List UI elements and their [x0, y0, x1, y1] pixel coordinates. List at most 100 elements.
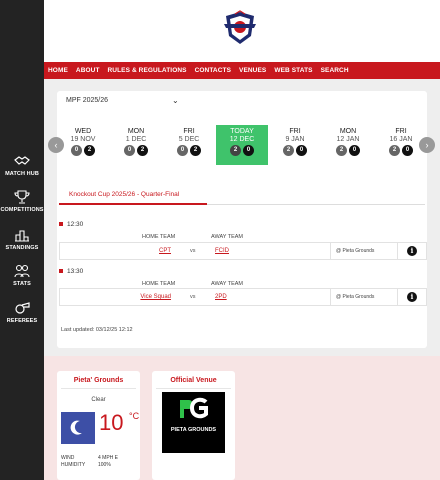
weather-card: Pieta' Grounds Clear 10 °C WIND 4 MPH E …: [57, 371, 140, 480]
sidebar-item-label: MATCH HUB: [5, 171, 39, 177]
date-tab[interactable]: MON 1 DEC 02: [110, 125, 162, 165]
time-marker-icon: [59, 222, 63, 227]
divider: [207, 204, 425, 205]
whistle-icon: [15, 302, 30, 314]
sidebar-item-standings[interactable]: STANDINGS: [0, 228, 44, 251]
sidebar-item-stats[interactable]: STATS: [0, 264, 44, 287]
sidebar-item-referees[interactable]: REFEREES: [0, 301, 44, 324]
league-crest-icon: [224, 10, 256, 44]
date-tab-active[interactable]: TODAY 12 DEC 20: [216, 125, 268, 165]
last-updated: Last updated: 03/12/25 12:12: [61, 327, 133, 333]
date-tab-day: FRI: [395, 128, 407, 135]
moon-icon: [61, 412, 95, 444]
standings-icon: [15, 230, 29, 242]
match-row: CPT vs FCID @ Pieta Grounds i: [59, 242, 427, 260]
sidebar-item-label: REFEREES: [6, 318, 38, 324]
fixture-count-badge: 2: [84, 145, 95, 156]
kickoff-time-text: 13:30: [67, 268, 84, 275]
vs-label: vs: [190, 294, 196, 300]
main-nav: HOME ABOUT RULES & REGULATIONS CONTACTS …: [44, 62, 440, 79]
kickoff-time: 13:30: [59, 268, 83, 275]
date-tab[interactable]: FRI 5 DEC 02: [163, 125, 215, 165]
played-count-badge: 0: [124, 145, 135, 156]
fixture-count-badge: 0: [243, 145, 254, 156]
weather-condition: Clear: [91, 397, 106, 403]
nav-about[interactable]: ABOUT: [76, 67, 100, 74]
temperature: 10: [99, 410, 124, 435]
date-tab-day: MON: [127, 128, 145, 135]
played-count-badge: 2: [389, 145, 400, 156]
date-tab-date: 19 NOV: [70, 136, 96, 143]
date-tab[interactable]: MON 12 JAN 20: [322, 125, 374, 165]
nav-search[interactable]: SEARCH: [321, 67, 349, 74]
chevron-down-icon[interactable]: ⌄: [172, 96, 179, 105]
date-tab-date: 12 JAN: [336, 136, 360, 143]
sidebar-item-label: STATS: [13, 281, 31, 287]
away-team-header: AWAY TEAM: [211, 234, 243, 240]
match-venue: @ Pieta Grounds: [330, 289, 398, 305]
played-count-badge: 0: [177, 145, 188, 156]
humidity-label: HUMIDITY: [61, 462, 86, 468]
sidebar-item-match-hub[interactable]: MATCH HUB: [0, 154, 44, 177]
handshake-icon: [14, 156, 30, 165]
date-tab-day: WED: [74, 128, 92, 135]
nav-rules[interactable]: RULES & REGULATIONS: [108, 67, 187, 74]
date-tab-day: TODAY: [230, 128, 254, 135]
played-count-badge: 2: [283, 145, 294, 156]
wind-value: 4 MPH E: [98, 455, 119, 461]
played-count-badge: 0: [71, 145, 82, 156]
kickoff-time-text: 12:30: [67, 221, 84, 228]
match-venue: @ Pieta Grounds: [330, 243, 398, 259]
date-tab-date: 5 DEC: [178, 136, 200, 143]
played-count-badge: 2: [230, 145, 241, 156]
match-row: Vice Squad vs 2PD @ Pieta Grounds i: [59, 288, 427, 306]
played-count-badge: 2: [336, 145, 347, 156]
competition-tab[interactable]: Knockout Cup 2025/26 - Quarter-Final: [69, 191, 179, 198]
date-tab[interactable]: FRI 16 JAN 20: [375, 125, 427, 165]
home-team-header: HOME TEAM: [142, 281, 176, 287]
pieta-grounds-logo-icon: [180, 397, 208, 419]
home-team-header: HOME TEAM: [142, 234, 176, 240]
vs-label: vs: [190, 248, 196, 254]
kickoff-time: 12:30: [59, 221, 83, 228]
date-tab-date: 9 JAN: [285, 136, 305, 143]
venue-logo[interactable]: PIETA GROUNDS: [162, 392, 225, 453]
competition-tab-underline: [59, 203, 207, 205]
nav-web-stats[interactable]: WEB STATS: [274, 67, 312, 74]
date-tab-date: 1 DEC: [125, 136, 147, 143]
sidebar-item-competitions[interactable]: COMPETITIONS: [0, 190, 44, 213]
divider: [156, 388, 231, 389]
fixture-count-badge: 0: [296, 145, 307, 156]
date-tab-day: FRI: [183, 128, 195, 135]
sidebar-item-label: COMPETITIONS: [0, 207, 44, 213]
away-team-link[interactable]: 2PD: [215, 294, 227, 300]
home-team-link[interactable]: Vice Squad: [60, 294, 171, 300]
official-venue-title: Official Venue: [170, 377, 217, 384]
site-logo[interactable]: [222, 10, 258, 46]
date-tab[interactable]: WED 19 NOV 02: [57, 125, 109, 165]
fixture-count-badge: 0: [349, 145, 360, 156]
date-tab[interactable]: FRI 9 JAN 20: [269, 125, 321, 165]
info-icon[interactable]: i: [407, 246, 417, 256]
weather-venue-title: Pieta' Grounds: [73, 377, 124, 384]
fixture-count-badge: 2: [137, 145, 148, 156]
date-tab-date: 12 DEC: [229, 136, 255, 143]
date-tab-date: 16 JAN: [389, 136, 413, 143]
nav-venues[interactable]: VENUES: [239, 67, 266, 74]
official-venue-card: Official Venue PIETA GROUNDS: [152, 371, 235, 480]
info-icon[interactable]: i: [407, 292, 417, 302]
temperature-unit: °C: [129, 411, 140, 421]
nav-contacts[interactable]: CONTACTS: [195, 67, 231, 74]
humidity-value: 100%: [98, 462, 111, 468]
season-select[interactable]: MPF 2025/26: [66, 97, 108, 104]
venue-logo-text: PIETA GROUNDS: [170, 427, 217, 433]
date-tab-day: MON: [339, 128, 357, 135]
divider: [61, 388, 136, 389]
home-team-link[interactable]: CPT: [60, 248, 171, 254]
date-tab-day: FRI: [289, 128, 301, 135]
away-team-link[interactable]: FCID: [215, 248, 229, 254]
nav-home[interactable]: HOME: [48, 67, 68, 74]
stats-icon: [14, 264, 30, 278]
time-marker-icon: [59, 269, 63, 274]
fixture-count-badge: 0: [402, 145, 413, 156]
